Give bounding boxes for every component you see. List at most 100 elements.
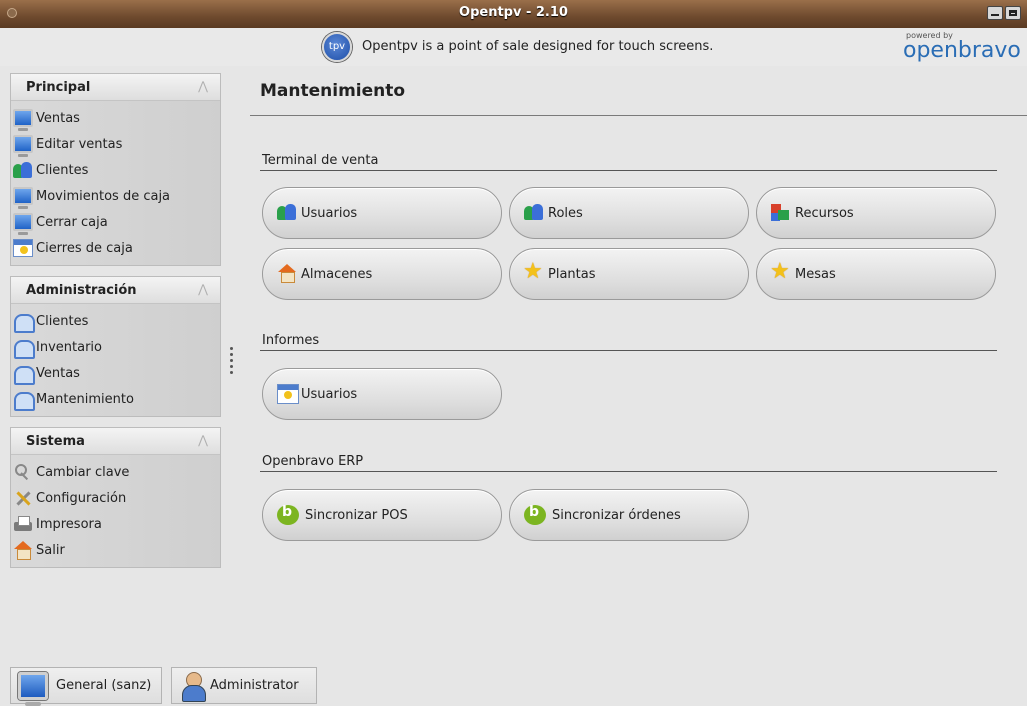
book-icon [13,390,35,411]
usuarios-report-button[interactable]: Usuarios [262,368,502,420]
sidebar-item-ventas[interactable]: Ventas [11,105,220,131]
monitor-icon [13,109,33,131]
sidebar-item-label: Cierres de caja [36,240,133,256]
panel-administracion: Administración ⋀ Clientes Inventario Ven… [10,276,221,417]
minimize-button[interactable] [987,6,1003,20]
sidebar-item-movimientos-de-caja[interactable]: Movimientos de caja [11,183,220,209]
monitor-icon [13,187,33,209]
sidebar-item-label: Impresora [36,516,102,532]
sidebar-item-label: Clientes [36,162,89,178]
section-label-terminal: Terminal de venta [262,153,379,168]
almacenes-button[interactable]: Almacenes [262,248,502,300]
sidebar-item-label: Inventario [36,339,102,355]
sidebar-item-label: Movimientos de caja [36,188,171,204]
user-icon [178,671,208,702]
monitor-icon [13,213,33,235]
sidebar-item-label: Ventas [36,110,80,126]
chevron-up-icon[interactable]: ⋀ [198,433,208,447]
printer-icon [13,515,33,533]
tools-icon [13,489,33,507]
section-divider [260,170,997,171]
recursos-button[interactable]: Recursos [756,187,996,239]
users-icon [277,203,299,223]
sidebar-item-configuracion[interactable]: Configuración [11,485,220,511]
star-icon [770,259,793,284]
sidebar-item-mantenimiento[interactable]: Mantenimiento [11,386,220,412]
panel-header-administracion[interactable]: Administración ⋀ [11,277,220,304]
host-label: General (sanz) [56,678,152,693]
window-titlebar: Opentpv - 2.10 [0,0,1027,28]
chevron-up-icon[interactable]: ⋀ [198,79,208,93]
roles-icon [524,203,546,223]
host-button[interactable]: General (sanz) [10,667,162,706]
sincronizar-ordenes-button[interactable]: Sincronizar órdenes [509,489,749,541]
button-label: Sincronizar POS [305,507,408,523]
sidebar-item-clientes-admin[interactable]: Clientes [11,308,220,334]
panel-principal: Principal ⋀ Ventas Editar ventas Cliente… [10,73,221,266]
sidebar-item-label: Editar ventas [36,136,123,152]
section-label-openbravo: Openbravo ERP [262,454,364,469]
page-title: Mantenimiento [260,81,406,101]
home-icon [13,541,33,560]
sidebar-item-cierres-de-caja[interactable]: Cierres de caja [11,235,220,261]
star-icon [523,259,546,284]
monitor-icon [13,135,33,157]
chevron-up-icon[interactable]: ⋀ [198,282,208,296]
sidebar-item-label: Ventas [36,365,80,381]
tagline: Opentpv is a point of sale designed for … [362,39,714,54]
sidebar-item-cambiar-clave[interactable]: Cambiar clave [11,459,220,485]
button-label: Usuarios [301,205,358,221]
calendar-icon [13,239,33,257]
key-icon [13,463,33,481]
main-content: Mantenimiento Terminal de venta Usuarios… [240,73,1027,653]
roles-button[interactable]: Roles [509,187,749,239]
panel-title: Administración [26,283,137,298]
panel-title: Sistema [26,434,85,449]
sidebar-item-cerrar-caja[interactable]: Cerrar caja [11,209,220,235]
button-label: Recursos [795,205,854,221]
book-icon [13,312,35,333]
plantas-button[interactable]: Plantas [509,248,749,300]
button-label: Mesas [795,266,836,282]
title-divider [250,115,1027,116]
sidebar-item-editar-ventas[interactable]: Editar ventas [11,131,220,157]
sincronizar-pos-button[interactable]: Sincronizar POS [262,489,502,541]
button-label: Sincronizar órdenes [552,507,681,523]
openbravo-icon [277,504,299,525]
user-label: Administrator [210,678,299,693]
splitter-handle[interactable] [230,347,234,383]
book-icon [13,338,35,359]
book-icon [13,364,35,385]
sidebar-item-clientes[interactable]: Clientes [11,157,220,183]
openbravo-icon [524,504,546,525]
sidebar-item-impresora[interactable]: Impresora [11,511,220,537]
resources-icon [771,203,793,223]
sidebar-item-label: Salir [36,542,65,558]
mesas-button[interactable]: Mesas [756,248,996,300]
sidebar-item-label: Configuración [36,490,127,506]
panel-title: Principal [26,80,91,95]
sidebar-item-label: Mantenimiento [36,391,134,407]
sidebar: Principal ⋀ Ventas Editar ventas Cliente… [10,73,221,653]
users-icon [13,161,33,179]
openbravo-logo: openbravo [903,38,1021,63]
sidebar-item-inventario[interactable]: Inventario [11,334,220,360]
header-banner: tpv Opentpv is a point of sale designed … [0,28,1027,66]
sidebar-item-salir[interactable]: Salir [11,537,220,563]
sidebar-item-ventas-admin[interactable]: Ventas [11,360,220,386]
section-label-informes: Informes [262,333,320,348]
sidebar-item-label: Clientes [36,313,89,329]
panel-header-sistema[interactable]: Sistema ⋀ [11,428,220,455]
section-divider [260,350,997,351]
usuarios-button[interactable]: Usuarios [262,187,502,239]
maximize-button[interactable] [1005,6,1021,20]
warehouse-icon [277,264,299,284]
sidebar-item-label: Cerrar caja [36,214,108,230]
tpv-logo-icon: tpv [322,32,352,62]
panel-header-principal[interactable]: Principal ⋀ [11,74,220,101]
button-label: Roles [548,205,583,221]
button-label: Usuarios [301,386,358,402]
section-divider [260,471,997,472]
button-label: Plantas [548,266,596,282]
user-button[interactable]: Administrator [171,667,317,704]
